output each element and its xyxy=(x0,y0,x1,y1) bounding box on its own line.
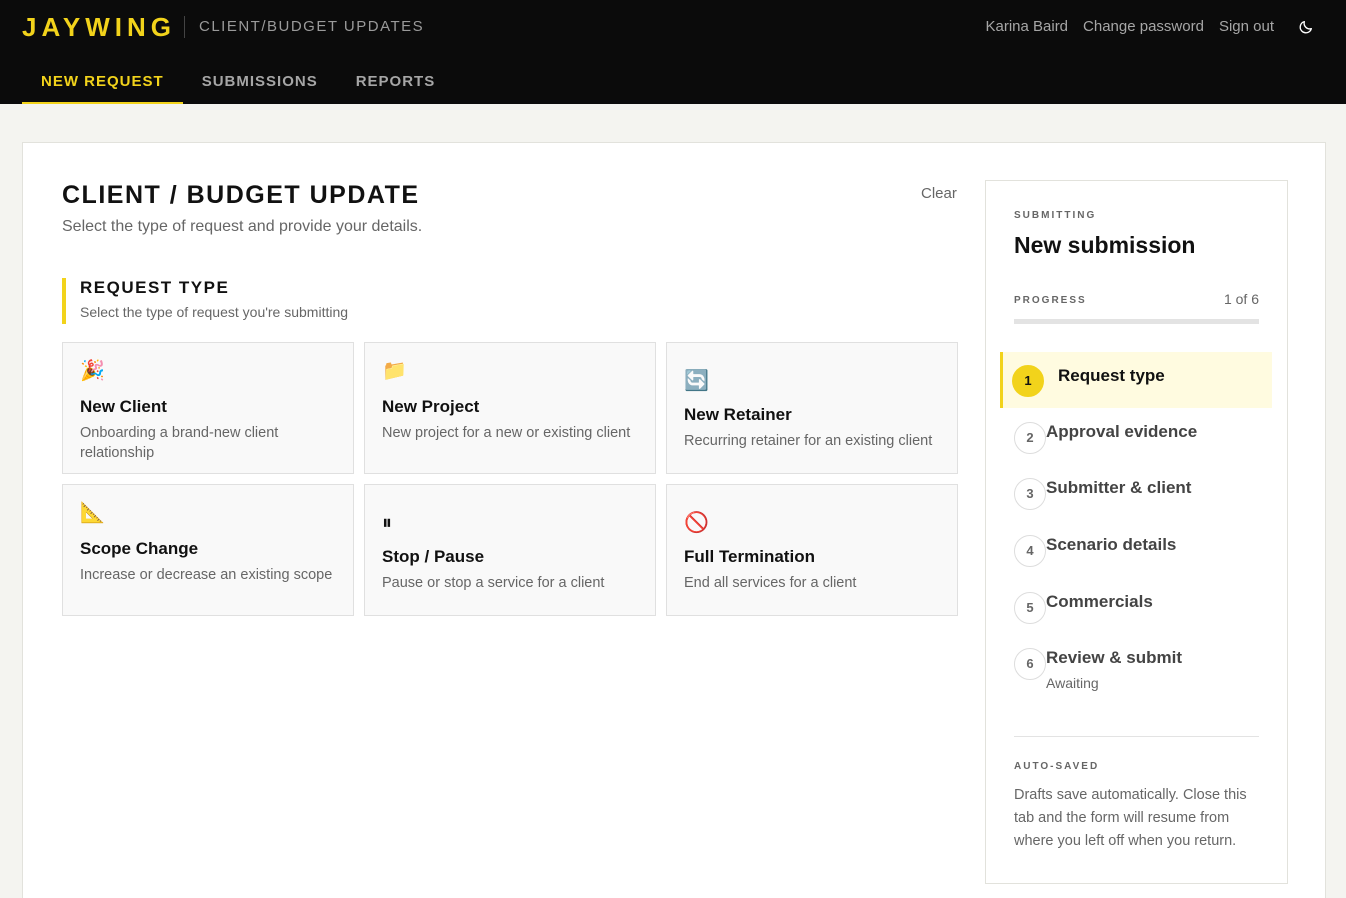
step-number: 4 xyxy=(1014,535,1046,567)
folder-icon: 📁 xyxy=(382,360,407,382)
step-number: 1 xyxy=(1012,365,1044,397)
app-title: CLIENT/BUDGET UPDATES xyxy=(199,18,425,35)
progress-count: 1 of 6 xyxy=(1223,291,1259,307)
form-panel: CLIENT / BUDGET UPDATE Select the type o… xyxy=(22,142,1326,898)
step-review-submit[interactable]: 6 Review & submit Awaiting xyxy=(1000,635,1272,705)
step-number: 3 xyxy=(1014,478,1046,510)
step-label: Approval evidence xyxy=(1046,422,1198,441)
step-label: Review & submit xyxy=(1046,648,1183,667)
card-title: Stop / Pause xyxy=(382,547,485,566)
card-description: Recurring retainer for an existing clien… xyxy=(684,433,933,449)
step-number: 5 xyxy=(1014,592,1046,624)
tab-submissions[interactable]: SUBMISSIONS xyxy=(183,58,337,104)
submitting-label: SUBMITTING xyxy=(1014,210,1097,221)
section-subtitle: Select the type of request you're submit… xyxy=(80,304,349,320)
step-approval-evidence[interactable]: 2 Approval evidence xyxy=(1000,409,1272,465)
user-nav: Karina Baird Change password Sign out xyxy=(985,18,1274,35)
autosave-label: AUTO-SAVED xyxy=(1014,761,1100,772)
triangle-ruler-icon: 📐 xyxy=(80,502,105,524)
step-number: 2 xyxy=(1014,422,1046,454)
refresh-icon: 🔄 xyxy=(684,370,709,392)
request-type-section-header: REQUEST TYPE Select the type of request … xyxy=(62,278,348,324)
step-label: Scenario details xyxy=(1046,535,1177,554)
moon-icon[interactable] xyxy=(1298,19,1314,35)
page-subtitle: Select the type of request and provide y… xyxy=(62,218,423,235)
prohibited-icon: 🚫 xyxy=(684,512,709,534)
page-title: CLIENT / BUDGET UPDATE xyxy=(62,181,420,209)
user-name-link[interactable]: Karina Baird xyxy=(985,18,1068,35)
party-popper-icon: 🎉 xyxy=(80,360,105,382)
section-title: REQUEST TYPE xyxy=(80,278,230,297)
tab-new-request[interactable]: NEW REQUEST xyxy=(22,58,183,104)
card-title: New Retainer xyxy=(684,405,792,424)
main-tabs: NEW REQUEST SUBMISSIONS REPORTS xyxy=(22,58,454,104)
step-status: Awaiting xyxy=(1046,675,1099,691)
card-title: Scope Change xyxy=(80,539,199,558)
step-number: 6 xyxy=(1014,648,1046,680)
header-divider xyxy=(184,16,185,38)
top-bar: JAYWING CLIENT/BUDGET UPDATES Karina Bai… xyxy=(0,0,1346,104)
step-commercials[interactable]: 5 Commercials xyxy=(1000,579,1272,635)
change-password-link[interactable]: Change password xyxy=(1083,18,1204,35)
submission-sidebar: SUBMITTING New submission PROGRESS 1 of … xyxy=(985,180,1288,884)
step-label: Request type xyxy=(1058,366,1165,385)
card-description: Increase or decrease an existing scope xyxy=(80,567,333,583)
request-card-new-client[interactable]: 🎉 New Client Onboarding a brand-new clie… xyxy=(62,342,354,474)
request-card-new-project[interactable]: 📁 New Project New project for a new or e… xyxy=(364,342,656,474)
request-card-stop-pause[interactable]: ⏸ Stop / Pause Pause or stop a service f… xyxy=(364,484,656,616)
step-label: Submitter & client xyxy=(1046,478,1192,497)
sidebar-divider xyxy=(1014,736,1259,737)
pause-icon: ⏸ xyxy=(382,512,392,534)
submission-heading: New submission xyxy=(1014,232,1196,258)
brand-logo[interactable]: JAYWING xyxy=(22,12,176,43)
card-title: New Client xyxy=(80,397,167,416)
progress-bar xyxy=(1014,319,1259,324)
step-scenario-details[interactable]: 4 Scenario details xyxy=(1000,522,1272,578)
autosave-message: Drafts save automatically. Close this ta… xyxy=(1014,787,1247,849)
card-description: New project for a new or existing client xyxy=(382,425,631,441)
step-label: Commercials xyxy=(1046,592,1153,611)
step-request-type[interactable]: 1 Request type xyxy=(1000,352,1272,408)
request-card-full-termination[interactable]: 🚫 Full Termination End all services for … xyxy=(666,484,958,616)
card-title: New Project xyxy=(382,397,480,416)
tab-reports[interactable]: REPORTS xyxy=(337,58,455,104)
card-description: Pause or stop a service for a client xyxy=(382,575,605,591)
step-submitter-client[interactable]: 3 Submitter & client xyxy=(1000,465,1272,521)
request-card-scope-change[interactable]: 📐 Scope Change Increase or decrease an e… xyxy=(62,484,354,616)
request-type-grid: 🎉 New Client Onboarding a brand-new clie… xyxy=(62,342,958,616)
card-description: Onboarding a brand-new client relationsh… xyxy=(80,425,279,461)
clear-button[interactable]: Clear xyxy=(921,185,957,202)
request-card-new-retainer[interactable]: 🔄 New Retainer Recurring retainer for an… xyxy=(666,342,958,474)
card-description: End all services for a client xyxy=(684,575,857,591)
sign-out-link[interactable]: Sign out xyxy=(1219,18,1274,35)
progress-label: PROGRESS xyxy=(1014,295,1087,306)
card-title: Full Termination xyxy=(684,547,815,566)
